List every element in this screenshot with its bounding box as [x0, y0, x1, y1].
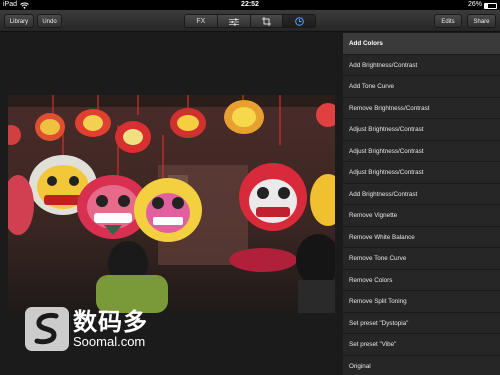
history-item[interactable]: Remove Colors — [343, 270, 500, 291]
watermark-chinese-text: 数码多 — [73, 308, 148, 336]
status-bar: iPad 22:52 26% — [0, 0, 500, 10]
edits-button[interactable]: Edits — [434, 14, 462, 28]
history-item[interactable]: Remove Brightness/Contrast — [343, 98, 500, 119]
history-item[interactable]: Set preset "Vibe" — [343, 334, 500, 356]
top-toolbar: Library Undo FX Edits Share — [0, 10, 500, 32]
fx-segment[interactable]: FX — [185, 15, 218, 27]
history-item[interactable]: Remove Split Toning — [343, 291, 500, 313]
history-item[interactable]: Remove White Balance — [343, 227, 500, 248]
watermark-domain-text: Soomal.com — [73, 334, 146, 349]
photo-canvas: 数码多 Soomal.com — [0, 33, 343, 375]
history-item[interactable]: Remove Tone Curve — [343, 248, 500, 270]
history-item[interactable]: Add Brightness/Contrast — [343, 55, 500, 76]
battery-percent: 26% — [467, 1, 482, 8]
watermark: 数码多 Soomal.com — [25, 307, 148, 351]
mode-segmented-control: FX — [184, 14, 316, 28]
photo-preview[interactable] — [8, 95, 335, 313]
library-button[interactable]: Library — [4, 14, 34, 28]
history-item[interactable]: Adjust Brightness/Contrast — [343, 141, 500, 162]
history-list: Add Colors Add Brightness/Contrast Add T… — [343, 33, 500, 375]
history-clock-icon — [294, 17, 304, 26]
undo-button[interactable]: Undo — [37, 14, 62, 28]
adjust-segment[interactable] — [217, 15, 251, 27]
soomal-logo-icon — [25, 307, 69, 351]
history-item[interactable]: Add Tone Curve — [343, 76, 500, 98]
status-time: 22:52 — [241, 1, 259, 8]
photo-image — [8, 95, 335, 313]
history-item[interactable]: Adjust Brightness/Contrast — [343, 119, 500, 141]
history-item[interactable]: Set preset "Dystopia" — [343, 313, 500, 334]
status-right: 26% — [468, 0, 497, 10]
history-item[interactable]: Adjust Brightness/Contrast — [343, 162, 500, 184]
history-panel: Add Colors Add Brightness/Contrast Add T… — [343, 33, 500, 375]
battery-icon — [484, 3, 497, 9]
history-item[interactable]: Remove Vignette — [343, 205, 500, 227]
share-button[interactable]: Share — [467, 14, 496, 28]
crop-icon — [261, 17, 271, 26]
history-item[interactable]: Original — [343, 356, 500, 375]
adjust-sliders-icon — [228, 18, 239, 26]
crop-segment[interactable] — [250, 15, 284, 27]
history-item[interactable]: Add Brightness/Contrast — [343, 184, 500, 205]
history-item[interactable]: Add Colors — [343, 33, 500, 55]
history-segment[interactable] — [283, 15, 315, 27]
